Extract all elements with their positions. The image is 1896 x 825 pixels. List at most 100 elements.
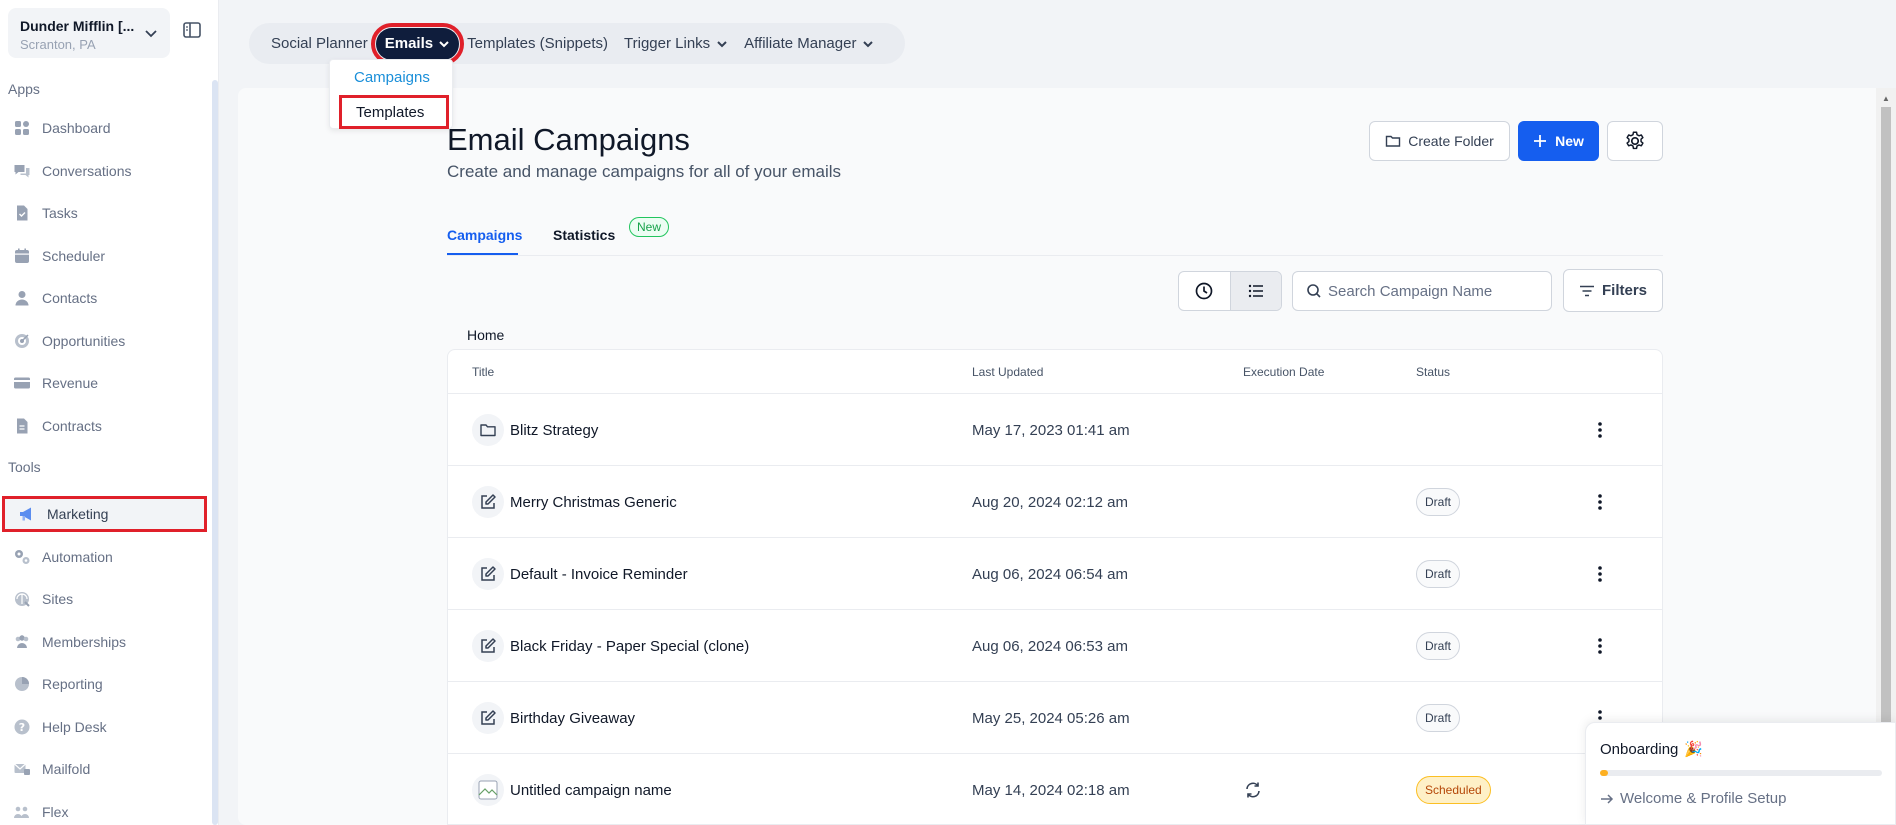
dashboard-icon xyxy=(12,118,32,138)
folder-icon xyxy=(472,414,504,446)
table-row[interactable]: Default - Invoice Reminder Aug 06, 2024 0… xyxy=(448,538,1662,610)
list-view-button[interactable] xyxy=(1229,272,1281,310)
sidebar-item-contracts[interactable]: Contracts xyxy=(0,408,205,444)
edit-icon xyxy=(472,486,504,518)
campaign-title[interactable]: Black Friday - Paper Special (clone) xyxy=(510,638,749,655)
nav-trigger-links[interactable]: Trigger Links xyxy=(616,28,736,60)
apps-section-title: Apps xyxy=(8,81,40,97)
new-label: New xyxy=(1555,133,1584,149)
page-title: Email Campaigns xyxy=(447,122,690,157)
tabs-divider xyxy=(447,255,1663,256)
sidebar-item-opportunities[interactable]: Opportunities xyxy=(0,323,205,359)
filter-icon xyxy=(1579,285,1594,296)
search-input[interactable] xyxy=(1328,282,1548,300)
sidebar-item-dashboard[interactable]: Dashboard xyxy=(0,110,205,146)
status-badge: Draft xyxy=(1416,632,1461,660)
sidebar-collapse-icon[interactable] xyxy=(182,20,202,45)
more-actions-icon[interactable] xyxy=(1590,420,1610,445)
create-folder-button[interactable]: Create Folder xyxy=(1369,121,1510,161)
sidebar-item-contacts[interactable]: Contacts xyxy=(0,280,205,316)
table-row[interactable]: Black Friday - Paper Special (clone) Aug … xyxy=(448,610,1662,682)
sidebar-item-conversations[interactable]: Conversations xyxy=(0,153,205,189)
sidebar-item-reporting[interactable]: Reporting xyxy=(0,666,205,702)
sidebar-item-memberships[interactable]: Memberships xyxy=(0,624,205,660)
chevron-down-icon xyxy=(439,40,449,47)
onboarding-step[interactable]: Welcome & Profile Setup xyxy=(1600,790,1786,807)
table-row[interactable]: Birthday Giveaway May 25, 2024 05:26 am Dr… xyxy=(448,682,1662,754)
sidebar-item-scheduler[interactable]: Scheduler xyxy=(0,238,205,274)
person-icon xyxy=(12,288,32,308)
recent-view-button[interactable] xyxy=(1179,272,1230,310)
gears-icon xyxy=(12,547,32,567)
sidebar-item-label: Automation xyxy=(42,548,113,565)
filters-button[interactable]: Filters xyxy=(1563,269,1663,312)
campaign-title[interactable]: Untitled campaign name xyxy=(510,782,672,799)
clock-icon xyxy=(1195,282,1213,300)
edit-icon xyxy=(472,702,504,734)
table-row[interactable]: Blitz Strategy May 17, 2023 01:41 am xyxy=(448,394,1662,466)
sidebar-item-tasks[interactable]: Tasks xyxy=(0,195,205,231)
sidebar-item-label: Dashboard xyxy=(42,120,111,136)
nav-social-planner[interactable]: Social Planner xyxy=(263,28,376,60)
sidebar-item-help-desk[interactable]: ? Help Desk xyxy=(0,709,205,745)
main-scrollbar[interactable]: ▲ xyxy=(1876,88,1896,825)
sidebar: Dunder Mifflin [... Scranton, PA Apps Da… xyxy=(0,0,219,825)
sidebar-item-revenue[interactable]: Revenue xyxy=(0,365,205,401)
recurring-icon xyxy=(1243,780,1263,805)
new-button[interactable]: New xyxy=(1518,121,1599,161)
last-updated: May 17, 2023 01:41 am xyxy=(972,422,1130,439)
more-actions-icon[interactable] xyxy=(1590,636,1610,661)
sidebar-item-sites[interactable]: Sites xyxy=(0,581,205,617)
company-switcher[interactable]: Dunder Mifflin [... Scranton, PA xyxy=(8,8,170,58)
sidebar-item-mailfold[interactable]: Mailfold xyxy=(0,751,205,787)
scrollbar-thumb[interactable] xyxy=(1881,107,1891,825)
campaign-title[interactable]: Blitz Strategy xyxy=(510,422,598,439)
nav-emails[interactable]: Emails xyxy=(370,22,465,65)
dropdown-item-templates[interactable]: Templates xyxy=(339,95,449,129)
last-updated: Aug 06, 2024 06:53 am xyxy=(972,638,1128,655)
campaigns-table: Title Last Updated Execution Date Status… xyxy=(447,349,1663,825)
dropdown-item-campaigns[interactable]: Campaigns xyxy=(354,69,430,86)
globe-icon xyxy=(12,589,32,609)
folder-icon xyxy=(1386,135,1401,147)
campaign-title[interactable]: Birthday Giveaway xyxy=(510,710,635,727)
help-icon: ? xyxy=(12,717,32,737)
tasks-icon xyxy=(12,203,32,223)
sidebar-item-marketing[interactable]: Marketing xyxy=(2,496,207,532)
scroll-up-icon[interactable]: ▲ xyxy=(1882,94,1890,103)
sidebar-item-label: Marketing xyxy=(47,506,109,522)
column-execution-date: Execution Date xyxy=(1243,365,1325,379)
onboarding-progress xyxy=(1600,770,1882,776)
sidebar-scrollbar[interactable] xyxy=(212,80,218,825)
campaign-title[interactable]: Merry Christmas Generic xyxy=(510,494,677,511)
nav-label: Templates (Snippets) xyxy=(467,35,609,52)
sidebar-item-label: Revenue xyxy=(42,375,99,391)
sidebar-item-flex[interactable]: Flex xyxy=(0,794,205,825)
last-updated: May 14, 2024 02:18 am xyxy=(972,782,1130,799)
nav-templates-snippets[interactable]: Templates (Snippets) xyxy=(459,28,616,60)
flex-icon xyxy=(12,802,32,822)
nav-label: Social Planner xyxy=(271,35,368,52)
more-actions-icon[interactable] xyxy=(1590,492,1610,517)
onboarding-widget[interactable]: Onboarding 🎉 Welcome & Profile Setup xyxy=(1585,722,1896,825)
sidebar-item-label: Contacts xyxy=(42,290,98,306)
nav-affiliate-manager[interactable]: Affiliate Manager xyxy=(736,28,882,60)
tab-campaigns[interactable]: Campaigns xyxy=(447,227,522,243)
table-row[interactable]: Untitled campaign name May 14, 2024 02:18… xyxy=(448,754,1662,824)
top-nav: Social Planner Emails Templates (Snippet… xyxy=(249,22,905,65)
sidebar-item-label: Tasks xyxy=(42,205,78,221)
campaign-title[interactable]: Default - Invoice Reminder xyxy=(510,566,688,583)
sidebar-item-label: Conversations xyxy=(42,162,132,179)
breadcrumb[interactable]: Home xyxy=(467,327,504,343)
status-badge: Draft xyxy=(1416,704,1461,732)
nav-label: Trigger Links xyxy=(624,35,711,52)
column-title: Title xyxy=(472,365,495,379)
settings-button[interactable] xyxy=(1607,121,1663,161)
sidebar-item-automation[interactable]: Automation xyxy=(0,539,205,575)
tab-statistics[interactable]: Statistics xyxy=(553,227,615,243)
more-actions-icon[interactable] xyxy=(1590,564,1610,589)
chevron-down-icon xyxy=(863,40,874,47)
table-row[interactable]: Merry Christmas Generic Aug 20, 2024 02:1… xyxy=(448,466,1662,538)
onboarding-progress-fill xyxy=(1600,770,1609,776)
megaphone-icon xyxy=(17,504,37,524)
